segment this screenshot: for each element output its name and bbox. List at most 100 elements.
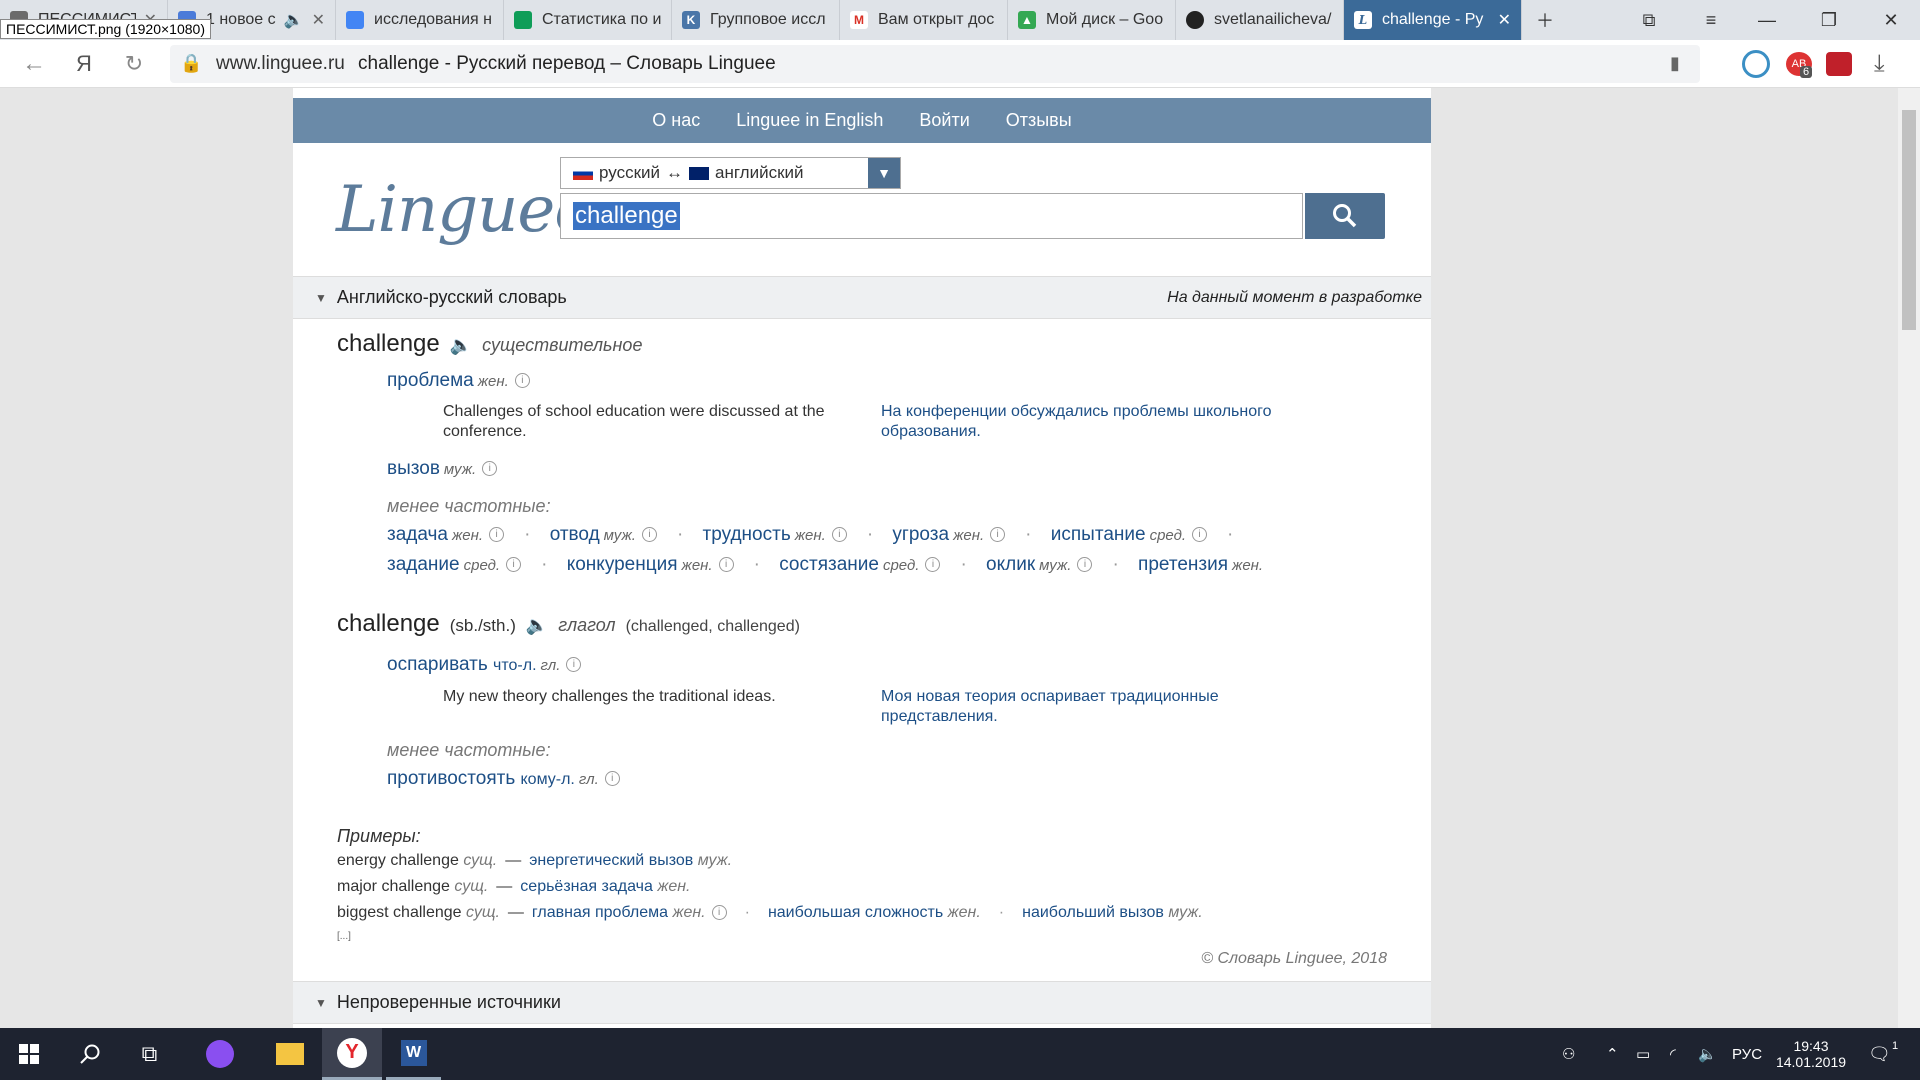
volume-icon[interactable]: 🔈	[1698, 1028, 1717, 1080]
less-frequent-row-1: задача жен. i · отвод муж. i · трудность жен. i ·…	[387, 524, 1234, 545]
info-icon[interactable]: i	[718, 557, 734, 573]
close-icon[interactable]: ✕	[1498, 10, 1511, 30]
github-icon	[1186, 11, 1204, 29]
tab-tooltip: ПЕССИМИСТ.png (1920×1080)	[0, 19, 211, 39]
taskbar: ⧉ Y W ⚇ ⌃ ▭ ◜ 🔈 РУС 19:43 14.01.2019 🗨 1	[0, 1028, 1920, 1080]
linguee-logo[interactable]: Linguee	[336, 173, 592, 247]
yandex-button[interactable]: Я	[64, 44, 104, 84]
info-icon[interactable]: i	[1077, 557, 1093, 573]
info-icon[interactable]: i	[489, 527, 505, 543]
close-icon[interactable]: ✕	[312, 10, 325, 30]
minimize-icon[interactable]: —	[1742, 0, 1792, 40]
search-button[interactable]	[1305, 193, 1385, 239]
notification-icon[interactable]: 🗨	[1868, 1028, 1891, 1080]
verb-entry: challenge (sb./sth.) 🔈 глагол (challenge…	[337, 610, 800, 637]
info-icon[interactable]: i	[514, 373, 530, 389]
bookmarks-icon[interactable]: ⧉	[1624, 0, 1674, 40]
wifi-icon[interactable]: ◜	[1670, 1028, 1676, 1080]
close-window-icon[interactable]: ✕	[1866, 0, 1916, 40]
tab-stats[interactable]: Статистика по и	[504, 0, 672, 40]
nav-reviews[interactable]: Отзывы	[1006, 110, 1072, 131]
example-line: biggest challenge сущ. — главная проблема …	[337, 904, 1203, 921]
adblock-badge: 6	[1800, 66, 1813, 78]
nav-english[interactable]: Linguee in English	[736, 110, 883, 131]
info-icon[interactable]: i	[506, 557, 522, 573]
speaker-icon[interactable]: 🔈	[526, 615, 548, 636]
translation-problem[interactable]: проблема жен. i	[387, 370, 530, 392]
unverified-header[interactable]: ▼ Непроверенные источники	[293, 981, 1431, 1024]
example-ru: Моя новая теория оспаривает традиционные…	[881, 688, 1219, 725]
example-line: energy challenge сущ. — энергетический выз…	[337, 852, 733, 869]
copyright: © Словарь Linguee, 2018	[1201, 950, 1387, 967]
info-icon[interactable]: i	[604, 771, 620, 787]
russian-flag-icon	[573, 166, 593, 180]
tab-drive[interactable]: ▲ Мой диск – Goo	[1008, 0, 1176, 40]
bookmark-icon[interactable]: ▮	[1670, 53, 1680, 74]
new-tab-icon[interactable]: ＋	[1520, 0, 1570, 40]
tab-research[interactable]: исследования н	[336, 0, 504, 40]
info-icon[interactable]: i	[641, 527, 657, 543]
less-frequent-row-2: задание сред. i · конкуренция жен. i · состяза…	[387, 554, 1264, 575]
language-indicator[interactable]: РУС	[1732, 1028, 1762, 1080]
speaker-icon[interactable]: 🔈	[284, 10, 304, 30]
collapse-icon[interactable]: ▼	[315, 291, 327, 305]
tab-github[interactable]: svetlanailicheva/	[1176, 0, 1344, 40]
docs-icon	[346, 11, 364, 29]
yandex-browser-icon[interactable]: Y	[322, 1028, 382, 1080]
tab-linguee[interactable]: Lchallenge - Ру ✕	[1344, 0, 1522, 40]
example-line: major challenge сущ. — серьёзная задача же…	[337, 878, 691, 895]
reload-icon[interactable]: ↻	[114, 44, 154, 84]
language-select[interactable]: русский ↔ английский ▼	[560, 157, 901, 189]
menu-icon[interactable]: ≡	[1686, 0, 1736, 40]
info-icon[interactable]: i	[990, 527, 1006, 543]
info-icon[interactable]: i	[566, 657, 582, 673]
drive-icon: ▲	[1018, 11, 1036, 29]
tray-chevron-icon[interactable]: ⌃	[1606, 1028, 1619, 1080]
extension-icon[interactable]	[1742, 50, 1770, 78]
mindmap-icon[interactable]	[1826, 52, 1852, 76]
scrollbar[interactable]	[1898, 88, 1920, 1028]
nav-login[interactable]: Войти	[919, 110, 969, 131]
gmail-icon: M	[850, 11, 868, 29]
collapse-icon[interactable]: ▼	[315, 996, 327, 1010]
speaker-icon[interactable]: 🔈	[450, 335, 472, 356]
translation-oppose[interactable]: противостоять кому-л. гл. i	[387, 768, 620, 790]
clock[interactable]: 19:43 14.01.2019	[1776, 1028, 1846, 1080]
info-icon[interactable]: i	[482, 461, 498, 477]
task-view-icon[interactable]: ⧉	[122, 1028, 177, 1080]
less-frequent-label: менее частотные:	[387, 496, 551, 516]
scrollbar-thumb[interactable]	[1902, 110, 1916, 330]
more-examples-link[interactable]: [...]	[337, 931, 351, 942]
word-icon[interactable]: W	[386, 1028, 441, 1080]
translation-challenge[interactable]: вызов муж. i	[387, 458, 498, 480]
search-input[interactable]: challenge	[560, 193, 1303, 239]
people-icon[interactable]: ⚇	[1562, 1028, 1575, 1080]
search-icon	[1333, 204, 1357, 228]
info-icon[interactable]: i	[831, 527, 847, 543]
lock-icon: 🔒	[180, 53, 203, 73]
battery-icon[interactable]: ▭	[1636, 1028, 1650, 1080]
nav-about[interactable]: О нас	[652, 110, 700, 131]
search-icon[interactable]	[62, 1028, 117, 1080]
download-icon[interactable]: ⤓	[1874, 50, 1885, 78]
translation-dispute[interactable]: оспаривать что-л. гл. i	[387, 654, 582, 676]
top-navigation: О нас Linguee in English Войти Отзывы	[293, 98, 1431, 143]
url-domain: www.linguee.ru	[216, 53, 345, 74]
back-icon[interactable]: ←	[14, 44, 54, 84]
dictionary-header[interactable]: ▼ Английско-русский словарь На данный мо…	[293, 276, 1431, 319]
restore-icon[interactable]: ❐	[1804, 0, 1854, 40]
notification-count: 1	[1892, 1040, 1899, 1052]
windows-start-icon[interactable]	[0, 1028, 58, 1080]
info-icon[interactable]: i	[925, 557, 941, 573]
example-en: My new theory challenges the traditional…	[443, 688, 776, 705]
info-icon[interactable]: i	[1192, 527, 1208, 543]
sheets-icon	[514, 11, 532, 29]
info-icon[interactable]: i	[711, 905, 727, 921]
chevron-down-icon[interactable]: ▼	[868, 158, 900, 188]
file-explorer-icon[interactable]	[262, 1028, 317, 1080]
tab-gmail[interactable]: M Вам открыт дос	[840, 0, 1008, 40]
alice-mic-icon[interactable]	[196, 1028, 244, 1080]
url-field[interactable]: 🔒 www.linguee.ru challenge - Русский пер…	[170, 45, 1700, 83]
vk-icon: K	[682, 11, 700, 29]
tab-group[interactable]: K Групповое иссл	[672, 0, 840, 40]
